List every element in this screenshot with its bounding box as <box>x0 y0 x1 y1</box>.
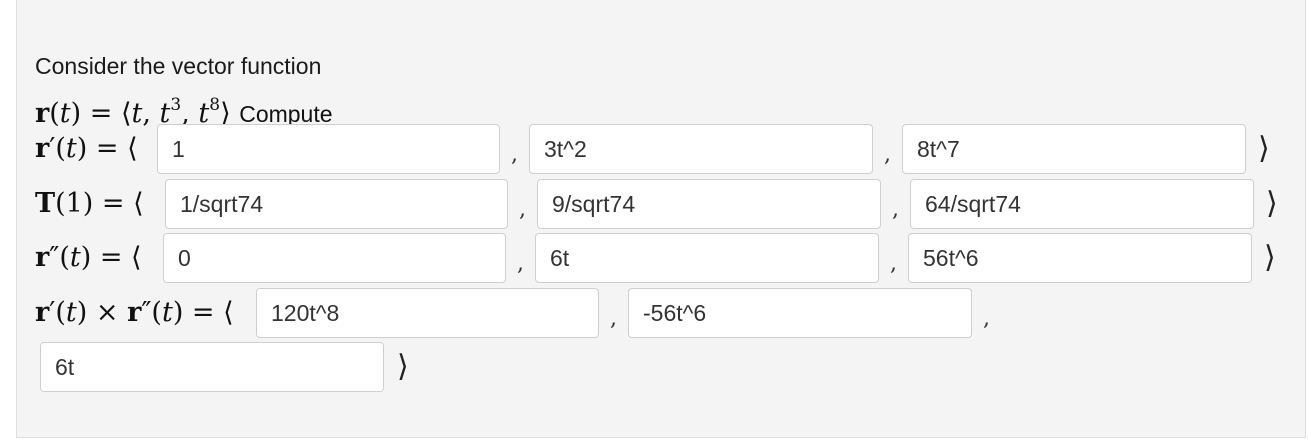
unit-tangent-z-input[interactable] <box>910 179 1254 229</box>
comma: , <box>610 306 617 331</box>
comma: , <box>884 142 891 167</box>
comma: , <box>511 142 518 167</box>
r-prime-z-input[interactable] <box>902 124 1246 174</box>
r-double-prime-label: r″(t) = ⟨ <box>35 242 142 273</box>
right-angle-bracket: ⟩ <box>397 349 409 384</box>
r-prime-label: r′(t) = ⟨ <box>35 133 138 164</box>
unit-tangent-label: T(1) = ⟨ <box>35 188 144 219</box>
right-angle-bracket: ⟩ <box>1266 186 1278 221</box>
cross-product-y-input[interactable] <box>628 288 972 338</box>
unit-tangent-y-input[interactable] <box>537 179 881 229</box>
r-prime-x-input[interactable] <box>157 124 500 174</box>
comma: , <box>517 251 524 276</box>
comma: , <box>890 251 897 276</box>
r-double-prime-y-input[interactable] <box>535 233 879 283</box>
r-prime-y-input[interactable] <box>529 124 873 174</box>
right-angle-bracket: ⟩ <box>1264 240 1276 275</box>
cross-product-z-input[interactable] <box>40 342 384 392</box>
r-double-prime-z-input[interactable] <box>908 233 1252 283</box>
cross-product-x-input[interactable] <box>256 288 599 338</box>
cross-product-label: r′(t) × r″(t) = ⟨ <box>35 297 234 328</box>
right-angle-bracket: ⟩ <box>1258 131 1270 166</box>
intro-text: Consider the vector function <box>35 53 322 79</box>
comma: , <box>983 306 990 331</box>
r-double-prime-x-input[interactable] <box>163 233 506 283</box>
comma: , <box>892 197 899 222</box>
comma: , <box>519 197 526 222</box>
unit-tangent-x-input[interactable] <box>165 179 508 229</box>
